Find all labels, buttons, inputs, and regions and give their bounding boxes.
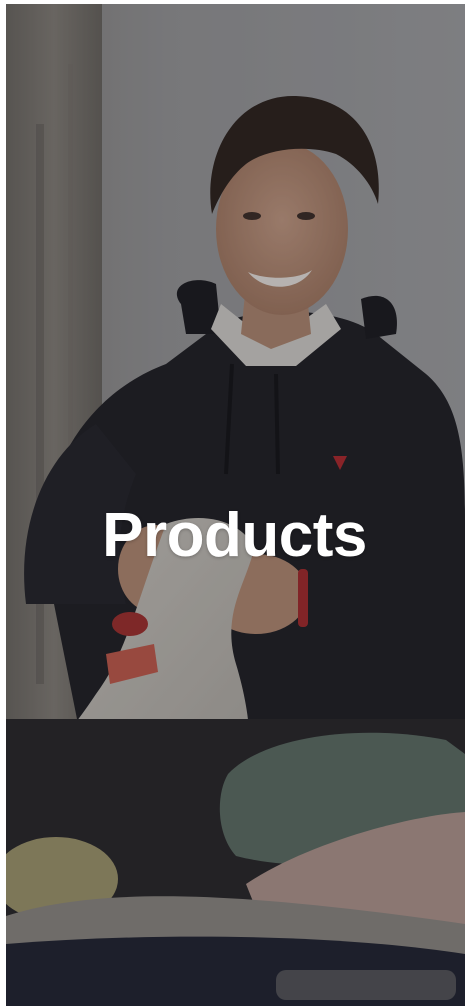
products-hero: Products bbox=[0, 0, 469, 1006]
page-title: Products bbox=[102, 500, 367, 570]
